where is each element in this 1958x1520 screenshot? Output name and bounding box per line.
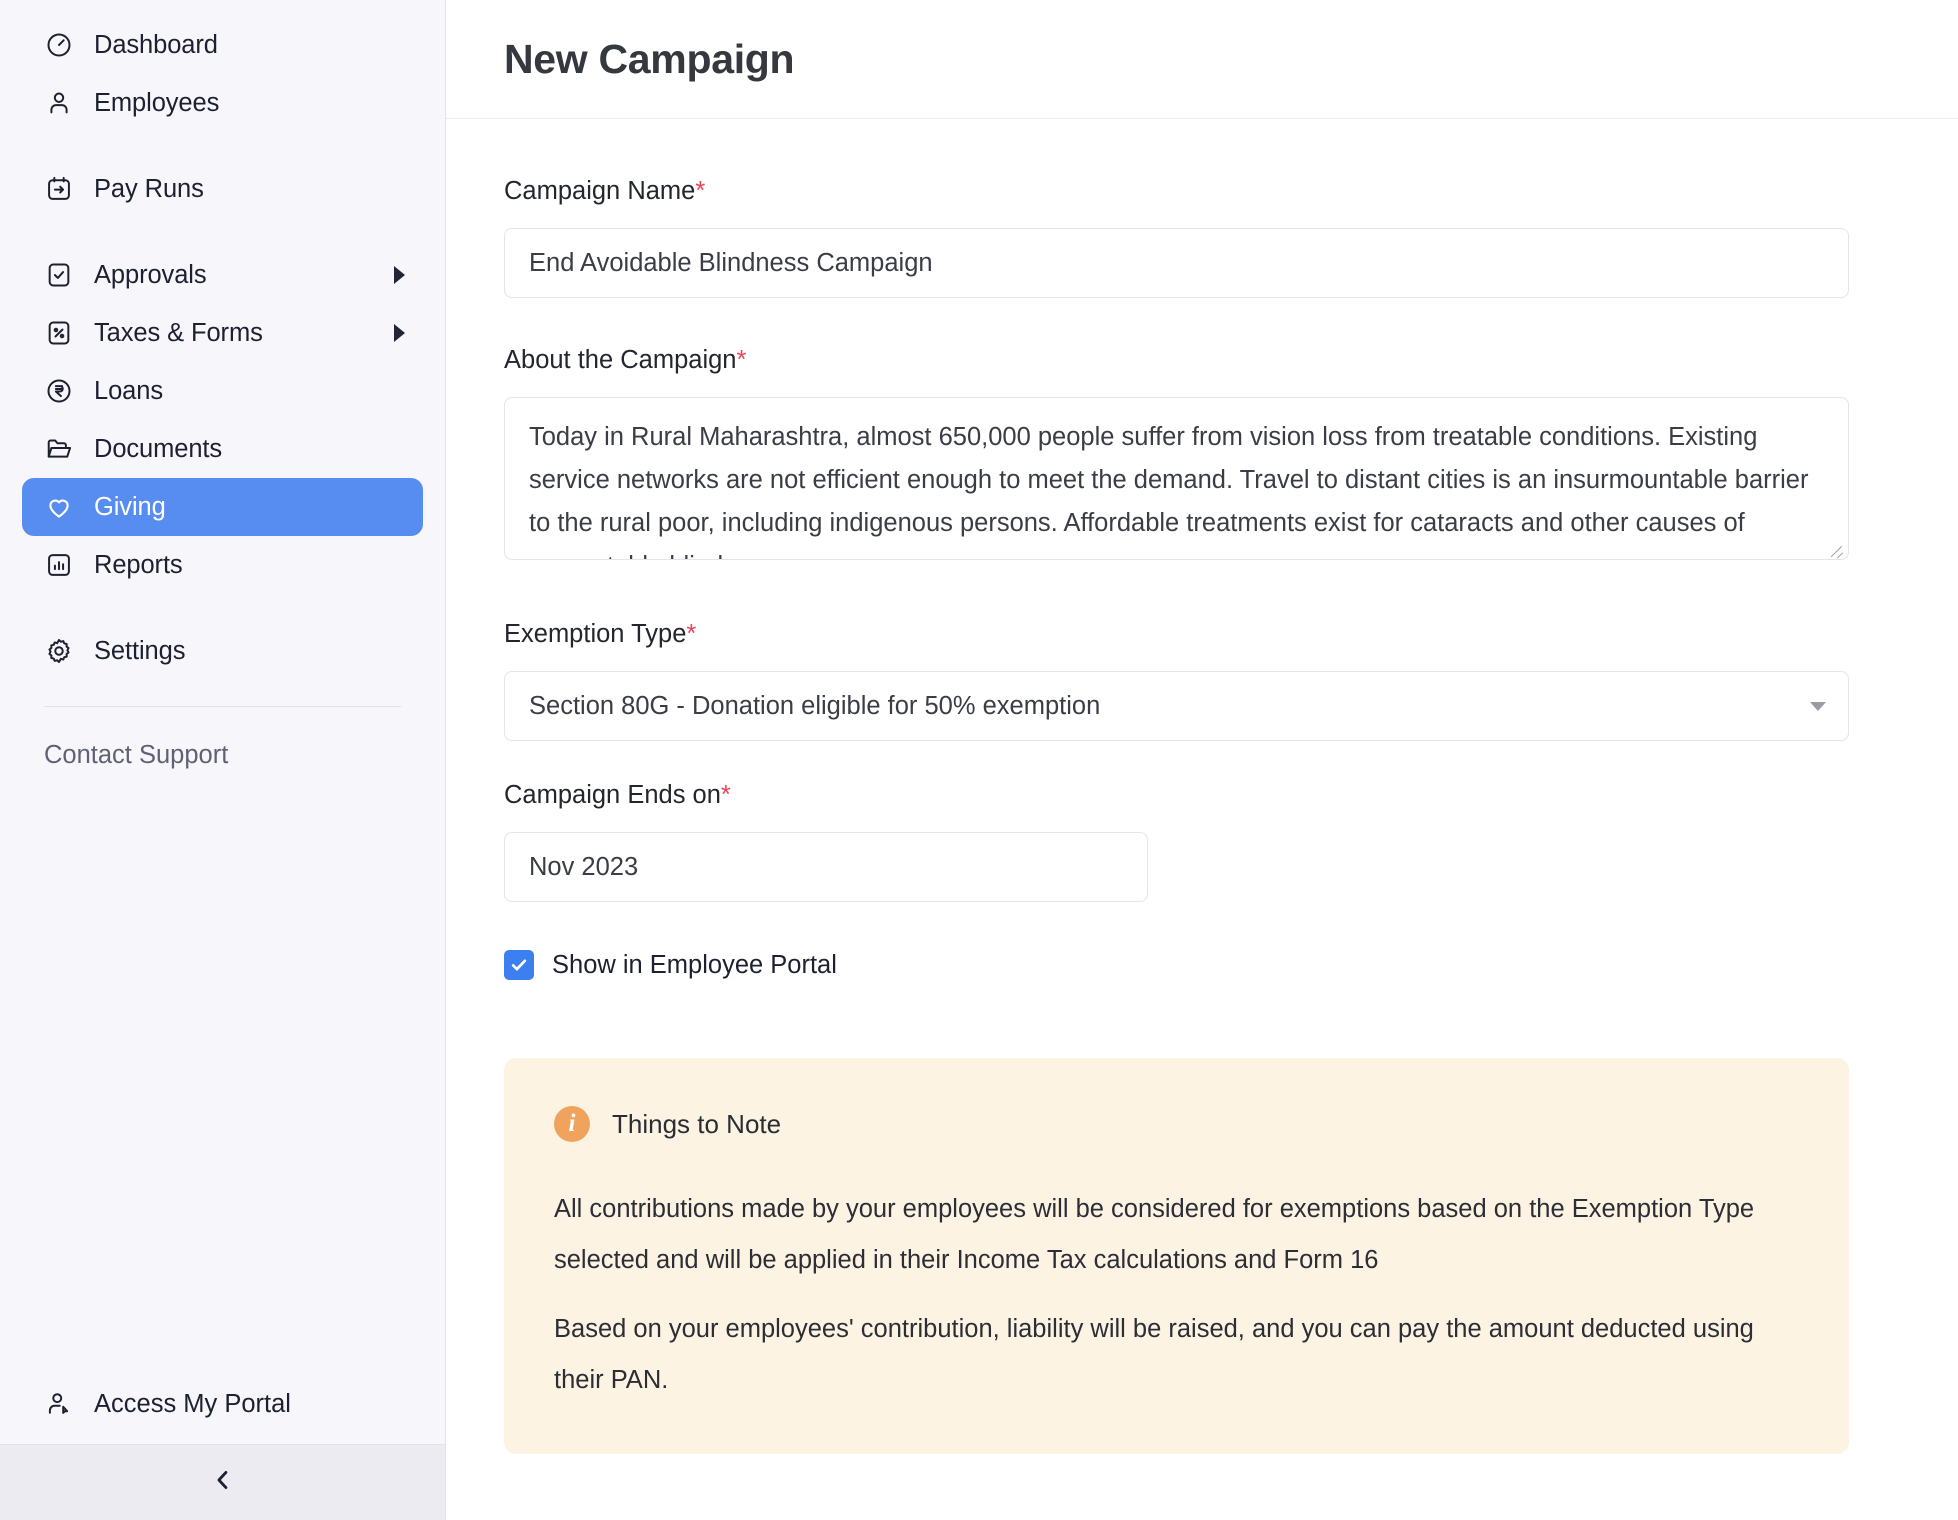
sidebar-item-label: Pay Runs — [94, 175, 204, 204]
sidebar: Dashboard Employees Pay Run — [0, 0, 446, 1520]
sidebar-item-employees[interactable]: Employees — [22, 74, 423, 132]
percent-icon — [44, 318, 74, 348]
page-title: New Campaign — [504, 36, 794, 83]
campaign-name-input[interactable] — [504, 228, 1849, 298]
sidebar-item-documents[interactable]: Documents — [22, 420, 423, 478]
gear-icon — [44, 636, 74, 666]
sidebar-gap — [0, 218, 445, 246]
heart-icon — [44, 492, 74, 522]
contact-support-link[interactable]: Contact Support — [0, 707, 445, 770]
about-campaign-label: About the Campaign* — [504, 346, 1958, 375]
show-in-employee-portal-checkbox[interactable] — [504, 950, 534, 980]
user-icon — [44, 88, 74, 118]
things-to-note-header: i Things to Note — [554, 1106, 1799, 1142]
page-header: New Campaign — [446, 0, 1958, 119]
required-asterisk: * — [721, 781, 731, 809]
sidebar-item-label: Dashboard — [94, 31, 218, 60]
about-campaign-textarea[interactable]: Today in Rural Maharashtra, almost 650,0… — [504, 397, 1849, 560]
access-my-portal-button[interactable]: Access My Portal — [0, 1364, 445, 1444]
show-in-employee-portal-label: Show in Employee Portal — [552, 951, 837, 980]
access-my-portal-label: Access My Portal — [94, 1390, 291, 1419]
field-campaign-ends-on: Campaign Ends on* — [504, 781, 1958, 902]
required-asterisk: * — [737, 346, 747, 374]
pay-run-icon — [44, 174, 74, 204]
chevron-left-icon — [209, 1466, 237, 1499]
form-gap — [504, 902, 1958, 950]
campaign-form: Campaign Name* About the Campaign* Today… — [446, 119, 1958, 1520]
about-campaign-label-text: About the Campaign — [504, 346, 737, 374]
sidebar-item-loans[interactable]: Loans — [22, 362, 423, 420]
exemption-type-label: Exemption Type* — [504, 620, 1958, 649]
sidebar-nav-list: Dashboard Employees Pay Run — [0, 0, 445, 1364]
bar-chart-icon — [44, 550, 74, 580]
info-icon: i — [554, 1106, 590, 1142]
exemption-type-select[interactable]: Section 80G - Donation eligible for 50% … — [504, 671, 1849, 741]
things-to-note-title: Things to Note — [612, 1109, 781, 1140]
sidebar-item-label: Reports — [94, 551, 183, 580]
campaign-name-label: Campaign Name* — [504, 177, 1958, 206]
rupee-icon — [44, 376, 74, 406]
sidebar-item-label: Employees — [94, 89, 219, 118]
check-box-icon — [44, 260, 74, 290]
things-to-note-panel: i Things to Note All contributions made … — [504, 1058, 1849, 1454]
sidebar-item-reports[interactable]: Reports — [22, 536, 423, 594]
chevron-right-icon[interactable] — [394, 324, 405, 342]
gauge-icon — [44, 30, 74, 60]
campaign-name-label-text: Campaign Name — [504, 177, 695, 205]
app-root: Dashboard Employees Pay Run — [0, 0, 1958, 1520]
sidebar-item-label: Approvals — [94, 261, 207, 290]
sidebar-item-settings[interactable]: Settings — [22, 622, 423, 680]
exemption-type-label-text: Exemption Type — [504, 620, 686, 648]
sidebar-item-label: Giving — [94, 493, 166, 522]
sidebar-item-label: Loans — [94, 377, 163, 406]
sidebar-item-label: Taxes & Forms — [94, 319, 263, 348]
form-gap — [504, 741, 1958, 781]
campaign-ends-on-label-text: Campaign Ends on — [504, 781, 721, 809]
field-campaign-name: Campaign Name* — [504, 177, 1958, 298]
main-content: New Campaign Campaign Name* About the Ca… — [446, 0, 1958, 1520]
user-switch-icon — [44, 1389, 74, 1419]
sidebar-item-approvals[interactable]: Approvals — [22, 246, 423, 304]
sidebar-item-label: Documents — [94, 435, 222, 464]
sidebar-collapse-button[interactable] — [0, 1444, 445, 1520]
sidebar-item-pay-runs[interactable]: Pay Runs — [22, 160, 423, 218]
about-campaign-text: Today in Rural Maharashtra, almost 650,0… — [505, 398, 1848, 560]
sidebar-item-dashboard[interactable]: Dashboard — [22, 16, 423, 74]
sidebar-item-label: Settings — [94, 637, 185, 666]
show-in-employee-portal-checkbox-row[interactable]: Show in Employee Portal — [504, 950, 1958, 980]
exemption-type-selected-value: Section 80G - Donation eligible for 50% … — [529, 692, 1100, 721]
chevron-down-icon — [1810, 702, 1826, 711]
form-gap — [504, 298, 1958, 346]
things-to-note-paragraph-1: All contributions made by your employees… — [554, 1184, 1799, 1286]
sidebar-gap — [0, 594, 445, 622]
sidebar-item-taxes-and-forms[interactable]: Taxes & Forms — [22, 304, 423, 362]
campaign-ends-on-input[interactable] — [504, 832, 1148, 902]
things-to-note-paragraph-2: Based on your employees' contribution, l… — [554, 1304, 1799, 1406]
chevron-right-icon[interactable] — [394, 266, 405, 284]
field-about-campaign: About the Campaign* Today in Rural Mahar… — [504, 346, 1958, 560]
sidebar-gap — [0, 132, 445, 160]
form-gap — [504, 560, 1958, 620]
required-asterisk: * — [686, 620, 696, 648]
folder-icon — [44, 434, 74, 464]
sidebar-item-giving[interactable]: Giving — [22, 478, 423, 536]
required-asterisk: * — [695, 177, 705, 205]
field-exemption-type: Exemption Type* Section 80G - Donation e… — [504, 620, 1958, 741]
campaign-ends-on-label: Campaign Ends on* — [504, 781, 1958, 810]
